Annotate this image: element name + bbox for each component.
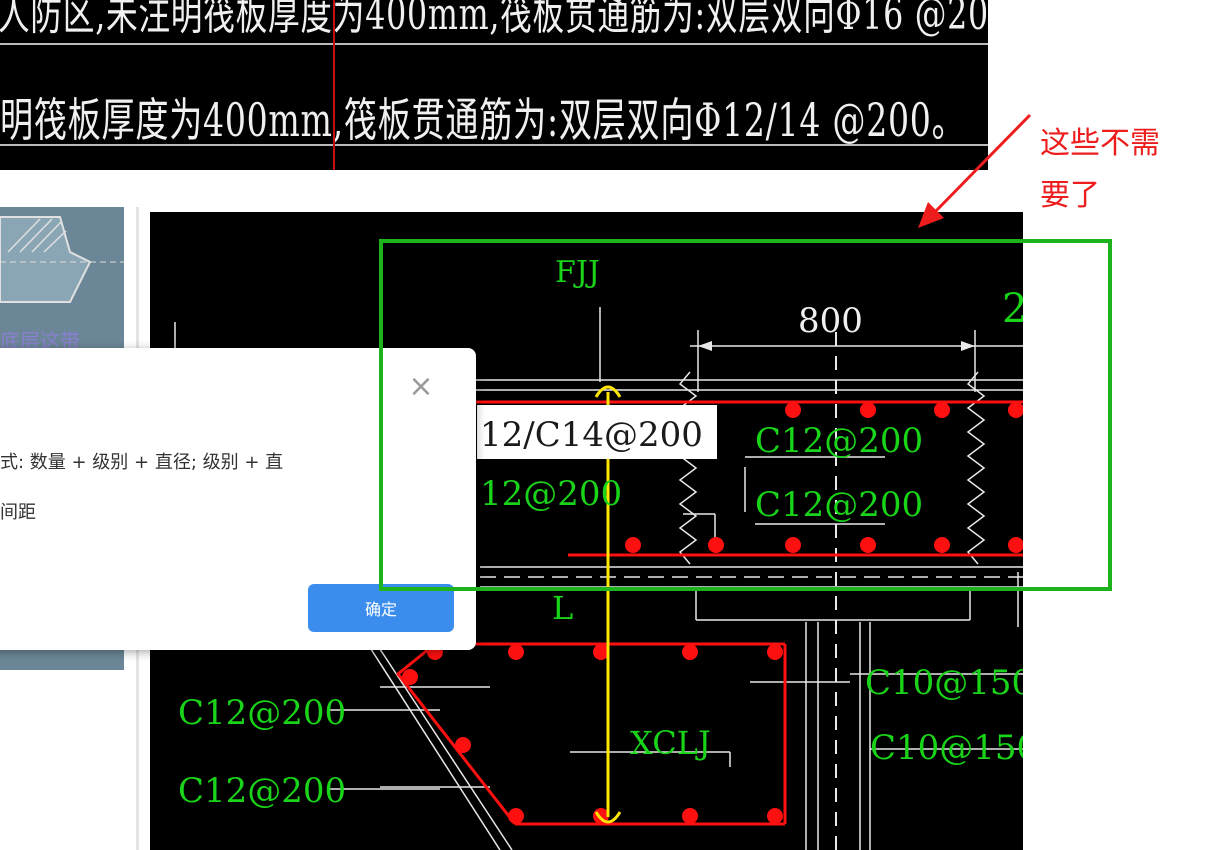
rebar-label-bottom-1: C12@200	[178, 693, 346, 733]
label-l: L	[552, 589, 573, 627]
annotation-text: 这些不需 要了	[1040, 118, 1200, 222]
dialog-message-line-2: 间距	[0, 502, 36, 523]
annotation-text-line-2: 要了	[1040, 178, 1100, 213]
label-xclj: XCLJ	[630, 724, 711, 762]
close-icon[interactable]: ×	[406, 372, 436, 402]
rebar-format-dialog: × 式: 数量 + 级别 + 直径; 级别 + 直 间距 确定	[0, 348, 476, 650]
cad-strip-lines	[0, 0, 988, 170]
dialog-message-line-1: 式: 数量 + 级别 + 直径; 级别 + 直	[0, 452, 284, 473]
confirm-button[interactable]: 确定	[308, 584, 454, 632]
label-fjj: FJJ	[555, 255, 600, 290]
section-thumbnail-image	[0, 216, 124, 303]
rebar-label-top-right-2: C12@200	[755, 485, 923, 525]
annotation-text-line-1: 这些不需	[1040, 126, 1160, 161]
rebar-label-top-left: 12@200	[480, 474, 622, 514]
panel-bottom-area	[0, 670, 138, 850]
rebar-label-c10-1: C10@150	[865, 663, 1023, 703]
rebar-label-highlighted: 12/C14@200	[480, 415, 703, 455]
rebar-label-top-right-1: C12@200	[755, 421, 923, 461]
dimension-2: 2	[1002, 286, 1023, 332]
rebar-label-bottom-2: C12@200	[178, 771, 346, 811]
dimension-800: 800	[798, 301, 863, 341]
rebar-label-c10-2: C10@150	[870, 728, 1023, 768]
cad-notes-strip: 人防区,未注明筏板厚度为400mm,筏板贯通筋为:双层双向Φ16 @20 明筏板…	[0, 0, 988, 170]
